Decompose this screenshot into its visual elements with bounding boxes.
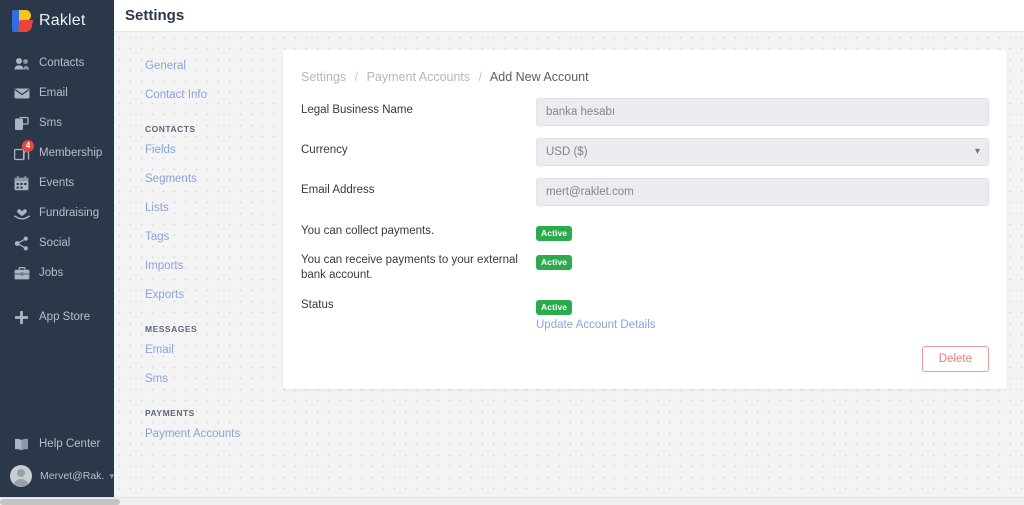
plus-icon	[13, 309, 30, 326]
email-address-label: Email Address	[301, 184, 375, 196]
settings-nav-item-email[interactable]: Email	[131, 336, 281, 365]
account-card: Settings / Payment Accounts / Add New Ac…	[283, 50, 1007, 389]
settings-nav-group-payments: PAYMENTS	[145, 408, 195, 418]
book-icon	[13, 436, 30, 453]
field-row-legal-business-name: Legal Business Name	[301, 98, 989, 126]
app-sidebar: Raklet Contacts Email Sms 4 Membership E…	[0, 0, 114, 497]
breadcrumb-separator: /	[478, 70, 483, 84]
settings-nav-item-general[interactable]: General	[131, 52, 281, 81]
settings-nav-item-fields[interactable]: Fields	[131, 136, 281, 165]
sidebar-item-label: Contacts	[39, 57, 85, 69]
briefcase-icon	[13, 265, 30, 282]
sidebar-item-label: Fundraising	[39, 207, 100, 219]
breadcrumb-current: Add New Account	[489, 70, 589, 84]
settings-nav: General Contact Info CONTACTS Fields Seg…	[131, 52, 281, 449]
horizontal-scrollbar[interactable]	[0, 497, 1024, 505]
sidebar-item-sms[interactable]: Sms	[0, 108, 114, 138]
breadcrumb: Settings / Payment Accounts / Add New Ac…	[301, 70, 589, 84]
field-row-email-address: Email Address	[301, 178, 989, 206]
field-row-currency: Currency USD ($) ▾	[301, 138, 989, 166]
top-header: Settings	[114, 0, 1024, 32]
sidebar-item-email[interactable]: Email	[0, 78, 114, 108]
content-canvas: General Contact Info CONTACTS Fields Seg…	[114, 32, 1024, 497]
email-address-input[interactable]	[536, 178, 989, 206]
sidebar-item-label: Jobs	[39, 267, 64, 279]
sidebar-item-label: App Store	[39, 311, 91, 323]
sidebar-item-label: Events	[39, 177, 75, 189]
contacts-icon	[13, 55, 30, 72]
brand-name: Raklet	[39, 12, 86, 29]
sidebar-item-app-store[interactable]: App Store	[0, 302, 114, 332]
sidebar-item-fundraising[interactable]: Fundraising	[0, 198, 114, 228]
user-menu[interactable]: Mervet@Rak... ▾	[0, 459, 114, 493]
sidebar-item-social[interactable]: Social	[0, 228, 114, 258]
sidebar-item-help-center[interactable]: Help Center	[0, 429, 114, 459]
user-avatar-icon	[10, 465, 32, 487]
sidebar-item-label: Email	[39, 87, 68, 99]
currency-select[interactable]: USD ($)	[536, 138, 989, 166]
sidebar-item-membership[interactable]: 4 Membership	[0, 138, 114, 168]
settings-nav-group-messages: MESSAGES	[145, 324, 198, 334]
status-badge: Active	[536, 255, 573, 270]
status-row-status: Status Active Update Account Details	[301, 297, 989, 331]
sidebar-bottom: Help Center Mervet@Rak... ▾	[0, 429, 114, 497]
update-account-details-link[interactable]: Update Account Details	[536, 319, 989, 331]
sidebar-item-label: Membership	[39, 147, 103, 159]
sidebar-item-label: Help Center	[39, 438, 101, 450]
horizontal-scrollbar-thumb[interactable]	[0, 499, 120, 505]
sidebar-item-events[interactable]: Events	[0, 168, 114, 198]
delete-button[interactable]: Delete	[921, 346, 989, 372]
sidebar-item-label: Sms	[39, 117, 62, 129]
page-title: Settings	[125, 7, 185, 24]
receive-payments-value: Active	[536, 252, 989, 270]
user-name: Mervet@Rak...	[40, 470, 106, 482]
currency-control: USD ($) ▾	[536, 138, 989, 166]
sidebar-item-label: Social	[39, 237, 71, 249]
breadcrumb-payment-accounts[interactable]: Payment Accounts	[367, 70, 471, 84]
legal-business-name-control	[536, 98, 989, 126]
legal-business-name-input[interactable]	[536, 98, 989, 126]
receive-payments-label: You can receive payments to your externa…	[301, 254, 518, 281]
status-badge: Active	[536, 226, 573, 241]
status-label: Status	[301, 299, 334, 311]
collect-payments-label: You can collect payments.	[301, 225, 435, 237]
status-row-receive-payments: You can receive payments to your externa…	[301, 252, 989, 283]
sms-icon	[13, 115, 30, 132]
settings-nav-item-payment-accounts[interactable]: Payment Accounts	[131, 420, 281, 449]
legal-business-name-label: Legal Business Name	[301, 104, 413, 116]
currency-label: Currency	[301, 144, 348, 156]
fundraising-icon	[13, 205, 30, 222]
sidebar-item-jobs[interactable]: Jobs	[0, 258, 114, 288]
collect-payments-value: Active	[536, 223, 989, 241]
settings-nav-item-contact-info[interactable]: Contact Info	[131, 81, 281, 110]
raklet-logo-icon	[12, 10, 34, 32]
settings-nav-item-exports[interactable]: Exports	[131, 281, 281, 310]
settings-nav-item-segments[interactable]: Segments	[131, 165, 281, 194]
sidebar-item-contacts[interactable]: Contacts	[0, 48, 114, 78]
status-value: Active Update Account Details	[536, 297, 989, 331]
share-icon	[13, 235, 30, 252]
membership-icon: 4	[13, 139, 34, 162]
breadcrumb-separator: /	[354, 70, 359, 84]
membership-badge: 4	[22, 139, 34, 152]
email-address-control	[536, 178, 989, 206]
status-badge: Active	[536, 300, 573, 315]
settings-nav-item-imports[interactable]: Imports	[131, 252, 281, 281]
settings-nav-group-contacts: CONTACTS	[145, 124, 196, 134]
settings-nav-item-sms[interactable]: Sms	[131, 365, 281, 394]
settings-nav-item-lists[interactable]: Lists	[131, 194, 281, 223]
envelope-icon	[13, 85, 30, 102]
calendar-icon	[13, 175, 30, 192]
brand[interactable]: Raklet	[0, 0, 114, 42]
breadcrumb-settings[interactable]: Settings	[301, 70, 346, 84]
sidebar-nav: Contacts Email Sms 4 Membership Events F…	[0, 42, 114, 429]
settings-nav-item-tags[interactable]: Tags	[131, 223, 281, 252]
chevron-down-icon: ▾	[109, 470, 114, 481]
status-row-collect-payments: You can collect payments. Active	[301, 223, 989, 241]
